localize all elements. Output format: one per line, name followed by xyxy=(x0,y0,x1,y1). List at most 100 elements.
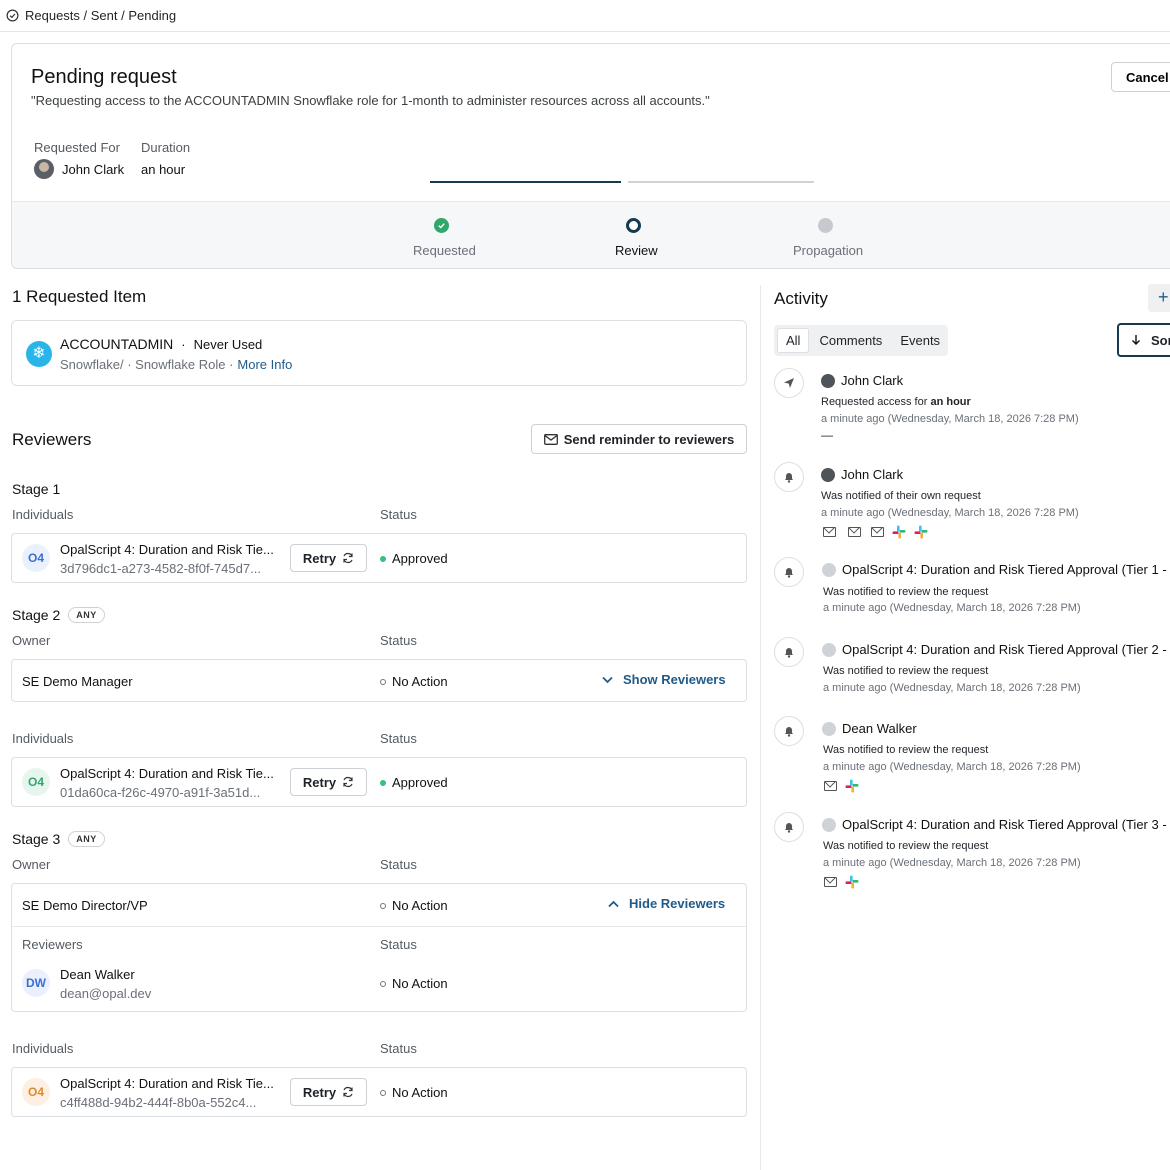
step-requested-check-icon xyxy=(434,218,449,233)
stage-1-title: Stage 1 xyxy=(12,481,61,497)
show-reviewers-label: Show Reviewers xyxy=(623,672,726,687)
sort-button[interactable]: Sor xyxy=(1117,323,1170,357)
add-comment-button[interactable]: + xyxy=(1148,284,1170,312)
item-path: Snowflake/ · Snowflake Role · xyxy=(60,357,234,372)
activity-time: a minute ago (Wednesday, March 18, 2026 … xyxy=(821,413,1079,425)
send-reminder-label: Send reminder to reviewers xyxy=(563,431,735,447)
status-dot-approved xyxy=(380,779,386,786)
refresh-icon xyxy=(343,776,353,788)
any-badge: ANY xyxy=(68,607,105,623)
status-dot-none xyxy=(380,1089,386,1096)
tab-all[interactable]: All xyxy=(777,328,810,353)
activity-time: a minute ago (Wednesday, March 18, 2026 … xyxy=(823,602,1081,614)
refresh-icon xyxy=(343,552,353,564)
breadcrumb[interactable]: Requests / Sent / Pending xyxy=(25,8,176,23)
item-name: ACCOUNTADMIN xyxy=(60,336,174,352)
activity-extra: — xyxy=(821,428,833,442)
send-reminder-button[interactable]: Send reminder to reviewers xyxy=(531,424,747,454)
activity-description: Was notified to review the request xyxy=(823,840,989,852)
stage-2-individuals-header: Individuals xyxy=(12,731,74,746)
send-icon xyxy=(774,368,804,398)
activity-time: a minute ago (Wednesday, March 18, 2026 … xyxy=(821,507,1079,519)
status-dot-none xyxy=(380,980,386,987)
activity-actor: OpalScript 4: Duration and Risk Tiered A… xyxy=(842,562,1167,577)
reviewer-status: No Action xyxy=(392,976,448,991)
retry-label: Retry xyxy=(302,1084,337,1100)
progress-stepper xyxy=(12,201,1170,268)
stage-2-owner-header: Owner xyxy=(12,633,51,648)
mail-icon xyxy=(848,527,861,537)
retry-button[interactable]: Retry xyxy=(290,768,367,796)
check-circle-icon xyxy=(6,9,19,22)
stage-1-reviewer-row: O4 OpalScript 4: Duration and Risk Tie..… xyxy=(11,533,747,583)
activity-tabs: All Comments Events xyxy=(774,325,948,356)
stage-2-status-header: Status xyxy=(380,633,417,648)
stage-3-status-header-2: Status xyxy=(380,1041,417,1056)
requested-item-card[interactable]: ❄ ACCOUNTADMIN · Never Used Snowflake/ ·… xyxy=(11,320,747,386)
step-propagation-dot xyxy=(818,218,833,233)
progress-line-pending xyxy=(628,181,814,183)
activity-time: a minute ago (Wednesday, March 18, 2026 … xyxy=(823,857,1081,869)
retry-label: Retry xyxy=(302,774,337,790)
bell-icon xyxy=(774,462,804,492)
avatar xyxy=(821,467,835,482)
mail-icon xyxy=(824,781,837,791)
arrow-down-icon xyxy=(1132,335,1140,345)
owner-status: No Action xyxy=(392,674,448,689)
reviewers-heading: Reviewers xyxy=(12,430,92,449)
snowflake-icon: ❄ xyxy=(26,341,52,367)
tab-events[interactable]: Events xyxy=(892,329,948,352)
reviewer-name: OpalScript 4: Duration and Risk Tie... xyxy=(60,766,274,781)
activity-description: Was notified of their own request xyxy=(821,490,981,502)
opalscript-badge: O4 xyxy=(22,544,50,572)
hide-reviewers-toggle[interactable]: Hide Reviewers xyxy=(608,896,725,911)
top-bar: Requests / Sent / Pending xyxy=(0,0,1170,32)
duration-label: Duration xyxy=(141,140,191,155)
stage-2-title: Stage 2 xyxy=(12,607,61,623)
reviewer-id: 3d796dc1-a273-4582-8f0f-745d7... xyxy=(60,561,261,576)
reviewer-email: dean@opal.dev xyxy=(60,986,152,1001)
sub-status-header: Status xyxy=(380,937,417,952)
owner-name: SE Demo Manager xyxy=(22,674,133,689)
retry-button[interactable]: Retry xyxy=(290,544,367,572)
activity-actor: John Clark xyxy=(841,467,904,482)
step-review-label: Review xyxy=(615,243,658,258)
requested-for-label: Requested For xyxy=(34,140,120,155)
activity-actor: John Clark xyxy=(841,373,904,388)
stage-3-owner-row: SE Demo Director/VP No Action Hide Revie… xyxy=(11,883,747,1012)
mail-icon xyxy=(823,527,836,537)
owner-name: SE Demo Director/VP xyxy=(22,898,148,913)
reviewer-name: OpalScript 4: Duration and Risk Tie... xyxy=(60,542,274,557)
avatar xyxy=(822,562,836,577)
activity-description: Was notified to review the request xyxy=(823,665,989,677)
retry-button[interactable]: Retry xyxy=(290,1078,367,1106)
activity-description: Was notified to review the request xyxy=(823,744,989,756)
reviewer-id: c4ff488d-94b2-444f-8b0a-552c4... xyxy=(60,1095,257,1110)
status-dot-none xyxy=(380,678,386,685)
reviewer-name: OpalScript 4: Duration and Risk Tie... xyxy=(60,1076,274,1091)
progress-line-complete xyxy=(430,181,621,183)
cancel-button[interactable]: Cancel xyxy=(1111,62,1170,92)
opalscript-badge: O4 xyxy=(22,1078,50,1106)
stage-1-status-header: Status xyxy=(380,507,417,522)
more-info-link[interactable]: More Info xyxy=(237,357,292,372)
activity-heading: Activity xyxy=(774,289,828,308)
sort-label: Sor xyxy=(1151,332,1170,348)
avatar xyxy=(821,373,835,388)
slack-icon xyxy=(845,779,859,793)
stage-3-individuals-header: Individuals xyxy=(12,1041,74,1056)
refresh-icon xyxy=(343,1086,353,1098)
bell-icon xyxy=(774,716,804,746)
tab-comments[interactable]: Comments xyxy=(811,329,890,352)
owner-status: No Action xyxy=(392,898,448,913)
requested-for-user: John Clark xyxy=(34,159,124,179)
chevron-up-icon xyxy=(608,900,619,907)
slack-icon xyxy=(845,875,859,889)
reviewer-status: Approved xyxy=(392,551,448,566)
activity-description: Was notified to review the request xyxy=(823,586,989,598)
request-header-card: Pending request "Requesting access to th… xyxy=(11,43,1170,269)
chevron-down-icon xyxy=(602,676,613,683)
show-reviewers-toggle[interactable]: Show Reviewers xyxy=(602,672,726,687)
mail-icon xyxy=(543,433,558,445)
page-title: Pending request xyxy=(31,66,177,88)
